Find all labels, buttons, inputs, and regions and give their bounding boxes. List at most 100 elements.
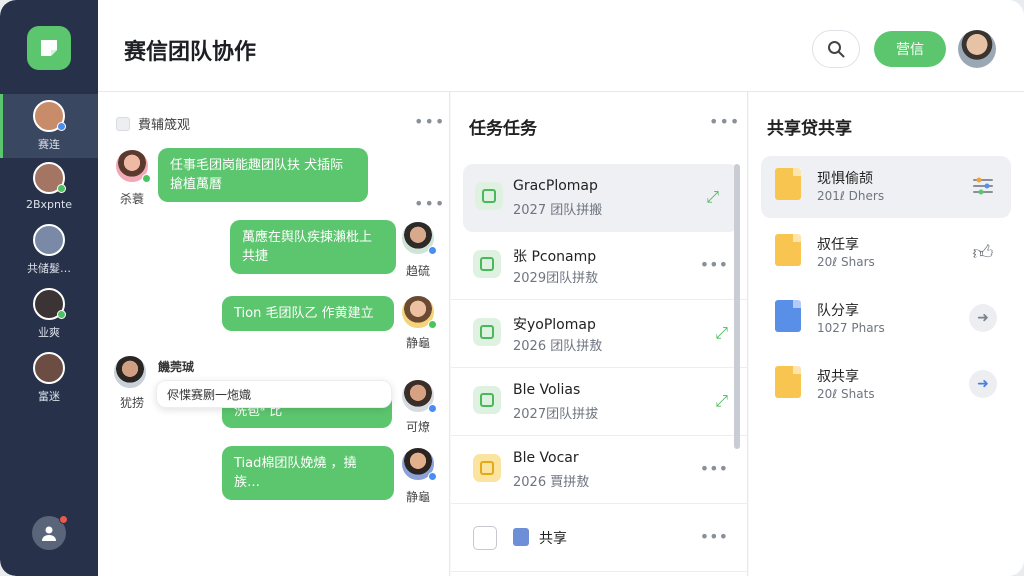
more-dots-icon[interactable]: ••• bbox=[700, 255, 728, 274]
task-icon bbox=[473, 454, 501, 482]
file-icon bbox=[775, 366, 801, 398]
share-meta: 201ℓ Dhers bbox=[817, 189, 885, 203]
avatar bbox=[114, 148, 151, 184]
task-meta: 2029团队拼敖 bbox=[513, 271, 599, 286]
share-meta: 20ℓ Shars bbox=[817, 255, 875, 269]
more-dots-icon[interactable]: ••• bbox=[414, 194, 445, 213]
task-row[interactable]: 张 Pconamp 2029团队拼敖 ••• bbox=[451, 232, 748, 300]
message-author: 犹捞 bbox=[120, 396, 145, 410]
message-author: 可燎 bbox=[406, 420, 431, 434]
task-checkbox[interactable] bbox=[473, 526, 497, 550]
sidebar-item-3[interactable]: 业爽 bbox=[0, 282, 98, 346]
scrollbar[interactable] bbox=[734, 164, 740, 449]
message-bubble: Tion 毛团队乙 作黄建立 bbox=[222, 296, 394, 331]
user-icon bbox=[42, 526, 56, 541]
app-logo-icon[interactable] bbox=[27, 26, 71, 70]
chat-panel: 費辅筬观 ••• 杀蓑 任事毛团岗能趣团队扶 犬插际 搶植萬曆 ••• 萬應在舆… bbox=[98, 92, 450, 576]
more-dots-icon[interactable]: ••• bbox=[414, 112, 445, 131]
sidebar-item-label: 业爽 bbox=[38, 326, 60, 339]
task-name: GracPlomap bbox=[513, 178, 598, 194]
more-dots-icon[interactable]: ••• bbox=[709, 112, 740, 131]
avatar bbox=[33, 352, 65, 384]
task-row[interactable]: Ble Vocar 2026 賈拼敖 ••• bbox=[451, 436, 748, 504]
sidebar: 赛连 2Bxpnte 共储髮… 业爽 富迷 bbox=[0, 0, 98, 576]
link-arrow-icon[interactable]: ⤢ bbox=[715, 391, 728, 411]
sidebar-item-1[interactable]: 2Bxpnte bbox=[0, 156, 98, 220]
status-dot bbox=[428, 246, 437, 255]
sliders-icon[interactable] bbox=[969, 172, 997, 200]
share-meta: 20ℓ Shats bbox=[817, 387, 875, 401]
file-icon bbox=[775, 300, 801, 332]
message-bubble: 任事毛团岗能趣团队扶 犬插际 搶植萬曆 bbox=[158, 148, 368, 202]
sidebar-item-4[interactable]: 富迷 bbox=[0, 346, 98, 410]
share-name: 叔共享 bbox=[817, 369, 859, 385]
header: 赛信团队协作 营信 bbox=[98, 0, 1024, 92]
share-row[interactable]: 叔共享 20ℓ Shats ➜ bbox=[761, 354, 1011, 416]
search-button[interactable] bbox=[812, 30, 860, 68]
avatar bbox=[400, 294, 437, 330]
message-author: 静龜 bbox=[406, 490, 431, 504]
share-name: 叔任享 bbox=[817, 237, 859, 253]
search-icon bbox=[828, 41, 845, 58]
status-dot bbox=[57, 122, 66, 131]
popup-author: 饑莞珹 bbox=[158, 360, 195, 374]
task-name: Ble Vocar bbox=[513, 450, 579, 466]
sidebar-item-label: 赛连 bbox=[38, 138, 60, 151]
status-dot bbox=[57, 310, 66, 319]
status-dot bbox=[142, 174, 151, 183]
share-name: 现惧偷颉 bbox=[817, 171, 873, 187]
task-name: 安yoPlomap bbox=[513, 317, 596, 333]
message-author: 静龜 bbox=[406, 336, 431, 350]
status-dot bbox=[428, 320, 437, 329]
chat-title: 費辅筬观 bbox=[138, 118, 191, 133]
app-window: 赛连 2Bxpnte 共储髮… 业爽 富迷 赛信团队协作 营信 費辅筬观 •••… bbox=[0, 0, 1024, 576]
page-title: 赛信团队协作 bbox=[124, 40, 257, 65]
avatar[interactable] bbox=[958, 30, 996, 68]
share-meta: 1027 Phars bbox=[817, 321, 885, 335]
task-panel-title: 任务任务 bbox=[469, 119, 537, 139]
sidebar-item-2[interactable]: 共储髮… bbox=[0, 218, 98, 282]
task-name: 共享 bbox=[539, 531, 567, 547]
task-row[interactable]: GracPlomap 2027 团队拼搬 ⤢ bbox=[463, 164, 739, 232]
link-arrow-icon[interactable]: ⤢ bbox=[706, 187, 719, 207]
avatar bbox=[33, 100, 66, 132]
message-bubble: 萬應在舆队疾揀瀨枇上 共捷 bbox=[230, 220, 396, 274]
share-name: 队分享 bbox=[817, 303, 859, 319]
link-arrow-icon[interactable]: ⤢ bbox=[715, 323, 728, 343]
task-icon bbox=[473, 318, 501, 346]
avatar bbox=[33, 288, 66, 320]
avatar bbox=[400, 378, 437, 414]
sidebar-item-label: 2Bxpnte bbox=[25, 198, 73, 211]
sidebar-item-label: 富迷 bbox=[38, 390, 60, 403]
more-dots-icon[interactable]: ••• bbox=[700, 459, 728, 478]
share-row[interactable]: 现惧偷颉 201ℓ Dhers bbox=[761, 156, 1011, 218]
thumbs-up-icon[interactable]: 👍︎ bbox=[969, 238, 997, 266]
popup-bubble[interactable]: 侭惵赛劂一炧嬂 bbox=[156, 380, 392, 408]
avatar bbox=[112, 354, 148, 390]
folder-icon bbox=[775, 234, 801, 266]
primary-action-button[interactable]: 营信 bbox=[874, 31, 946, 67]
share-row[interactable]: 队分享 1027 Phars ➜ bbox=[761, 288, 1011, 350]
task-meta: 2026 賈拼敖 bbox=[513, 475, 590, 490]
sidebar-item-0[interactable]: 赛连 bbox=[0, 94, 98, 158]
share-panel: 共享贷共享 现惧偷颉 201ℓ Dhers 叔任享 20ℓ Shars 👍︎ 队… bbox=[749, 92, 1024, 576]
avatar bbox=[33, 224, 65, 256]
task-meta: 2026 团队拼敖 bbox=[513, 339, 603, 354]
task-row[interactable]: Ble Volias 2027团队拼拔 ⤢ bbox=[451, 368, 748, 436]
message-author: 杀蓑 bbox=[120, 192, 145, 206]
arrow-right-icon[interactable]: ➜ bbox=[969, 304, 997, 332]
avatar bbox=[400, 220, 437, 256]
sidebar-item-label: 共储髮… bbox=[27, 262, 71, 275]
more-dots-icon[interactable]: ••• bbox=[700, 527, 728, 546]
profile-button[interactable] bbox=[32, 515, 68, 550]
checkbox[interactable] bbox=[116, 116, 130, 131]
status-dot bbox=[428, 472, 437, 481]
task-name: Ble Volias bbox=[513, 382, 581, 398]
arrow-right-icon[interactable]: ➜ bbox=[969, 370, 997, 398]
task-row[interactable]: 安yoPlomap 2026 团队拼敖 ⤢ bbox=[451, 300, 748, 368]
task-icon bbox=[473, 250, 501, 278]
avatar bbox=[33, 162, 66, 194]
share-row[interactable]: 叔任享 20ℓ Shars 👍︎ bbox=[761, 222, 1011, 284]
task-row[interactable]: 共享 ••• bbox=[451, 504, 748, 572]
status-dot bbox=[57, 184, 66, 193]
